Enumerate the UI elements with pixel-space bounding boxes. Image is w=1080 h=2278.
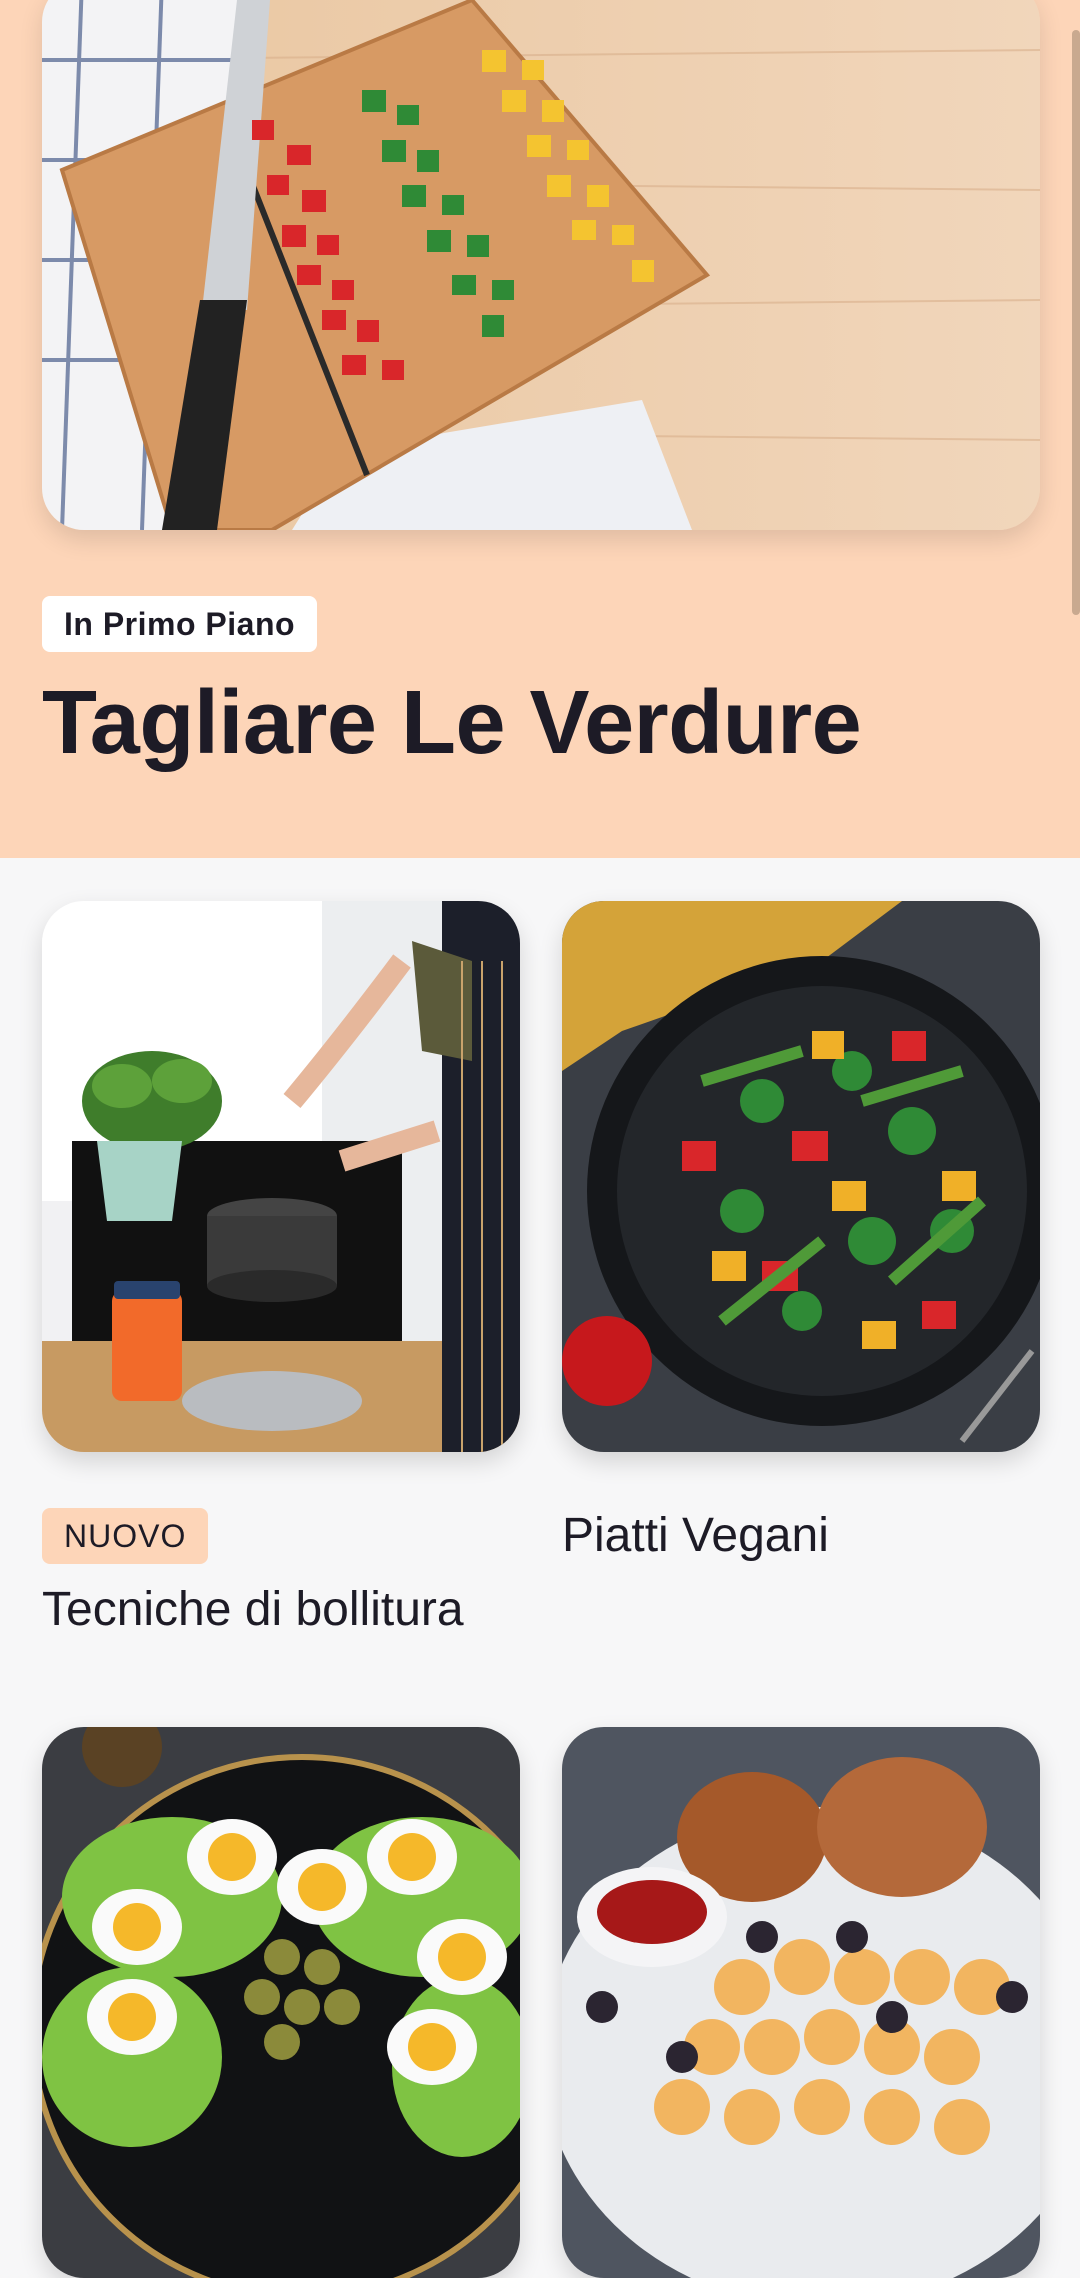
featured-section: In Primo Piano Tagliare Le Verdure xyxy=(0,0,1080,858)
card-image-vegan[interactable] xyxy=(562,901,1040,1452)
featured-badge: In Primo Piano xyxy=(42,596,318,652)
recipe-card-pasta[interactable] xyxy=(562,1727,1040,2278)
recipe-card-vegan[interactable]: Piatti Vegani xyxy=(562,901,1040,1566)
card-image-pasta[interactable] xyxy=(562,1727,1040,2278)
featured-title[interactable]: Tagliare Le Verdure xyxy=(42,668,862,778)
card-image-boiling[interactable] xyxy=(42,901,520,1452)
card-image-egg-salad[interactable] xyxy=(42,1727,520,2278)
recipe-card-boiling[interactable]: NUOVO Tecniche di bollitura xyxy=(42,901,520,1640)
featured-image[interactable] xyxy=(42,0,1040,530)
recipe-card-egg-salad[interactable] xyxy=(42,1727,520,2278)
card-title-vegan[interactable]: Piatti Vegani xyxy=(562,1506,1040,1566)
scrollbar[interactable] xyxy=(1072,30,1080,615)
new-badge: NUOVO xyxy=(42,1508,209,1564)
card-title-boiling[interactable]: Tecniche di bollitura xyxy=(42,1580,520,1640)
